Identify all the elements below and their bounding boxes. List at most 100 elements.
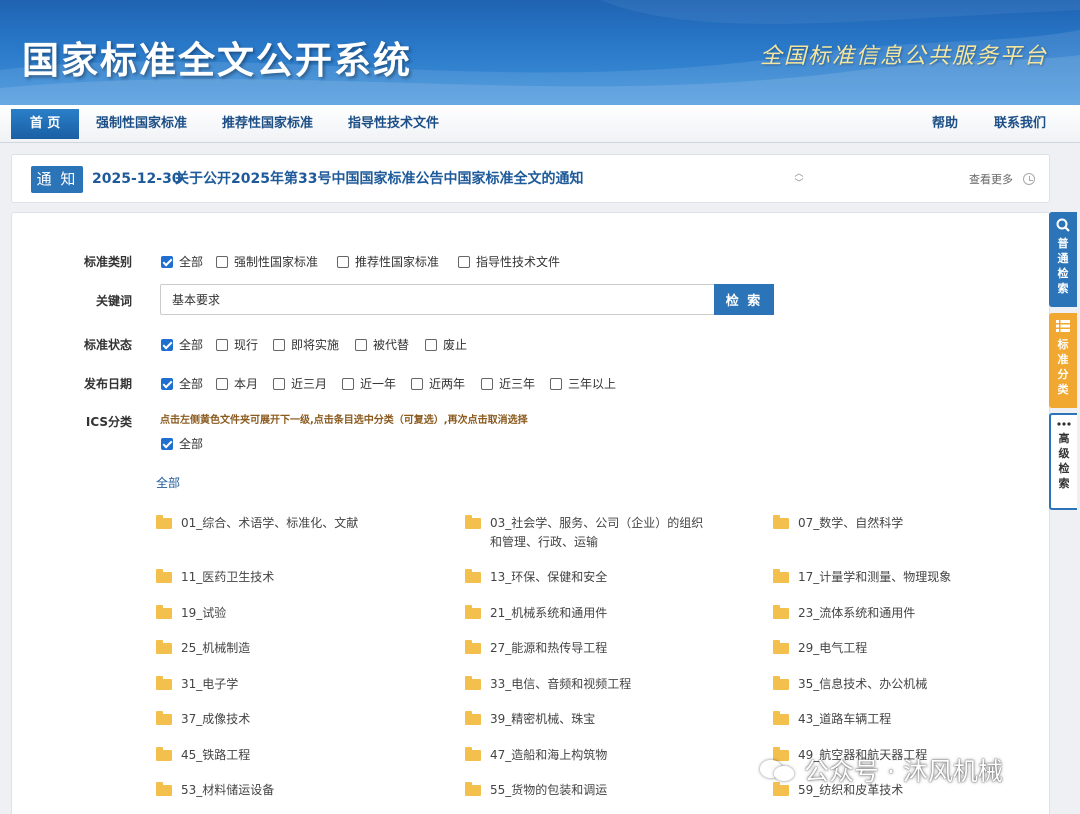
date-over-3-years-checkbox[interactable]: 三年以上: [550, 375, 616, 392]
date-3-months-checkbox[interactable]: 近三月: [273, 375, 327, 392]
status-current-checkbox[interactable]: 现行: [216, 336, 258, 353]
date-this-month-checkbox[interactable]: 本月: [216, 375, 258, 392]
folder-icon[interactable]: [465, 711, 481, 725]
ics-item[interactable]: 45_铁路工程: [156, 746, 401, 765]
status-upcoming-checkbox[interactable]: 即将实施: [273, 336, 339, 353]
folder-icon[interactable]: [773, 515, 789, 529]
checkbox-icon[interactable]: [216, 255, 228, 268]
ics-item[interactable]: 33_电信、音频和视频工程: [465, 675, 710, 694]
ics-item[interactable]: 31_电子学: [156, 675, 401, 694]
status-replaced-checkbox[interactable]: 被代替: [355, 336, 409, 353]
date-all-checkbox[interactable]: 全部: [161, 375, 203, 392]
checkbox-checked-icon[interactable]: [161, 255, 173, 268]
folder-icon[interactable]: [156, 569, 172, 583]
nav-home[interactable]: 首 页: [11, 109, 79, 139]
folder-icon[interactable]: [773, 711, 789, 725]
ics-item[interactable]: 43_道路车辆工程: [773, 710, 1018, 729]
checkbox-checked-icon[interactable]: [161, 437, 173, 450]
checkbox-icon[interactable]: [481, 377, 493, 390]
folder-icon[interactable]: [156, 676, 172, 690]
status-all-checkbox[interactable]: 全部: [161, 336, 203, 353]
ics-item[interactable]: 03_社会学、服务、公司（企业）的组织和管理、行政、运输: [465, 514, 710, 552]
ics-item[interactable]: 55_货物的包装和调运: [465, 781, 710, 800]
checkbox-icon[interactable]: [411, 377, 423, 390]
ics-item-label[interactable]: 53_材料储运设备: [181, 781, 401, 800]
ics-item-label[interactable]: 03_社会学、服务、公司（企业）的组织和管理、行政、运输: [490, 514, 710, 552]
folder-icon[interactable]: [465, 747, 481, 761]
ics-item-label[interactable]: 01_综合、术语学、标准化、文献: [181, 514, 401, 533]
nav-mandatory-standards[interactable]: 强制性国家标准: [96, 105, 187, 143]
ics-item[interactable]: 35_信息技术、办公机械: [773, 675, 1018, 694]
ics-item-label[interactable]: 55_货物的包装和调运: [490, 781, 710, 800]
folder-icon[interactable]: [156, 711, 172, 725]
ics-item-label[interactable]: 45_铁路工程: [181, 746, 401, 765]
folder-icon[interactable]: [465, 569, 481, 583]
ics-item[interactable]: 17_计量学和测量、物理现象: [773, 568, 1018, 587]
ics-item[interactable]: 53_材料储运设备: [156, 781, 401, 800]
checkbox-icon[interactable]: [337, 255, 349, 268]
ics-item-label[interactable]: 19_试验: [181, 604, 401, 623]
category-all-checkbox[interactable]: 全部: [161, 253, 203, 270]
ics-item[interactable]: 37_成像技术: [156, 710, 401, 729]
checkbox-icon[interactable]: [550, 377, 562, 390]
folder-icon[interactable]: [465, 515, 481, 529]
ics-item[interactable]: 07_数学、自然科学: [773, 514, 1018, 533]
ics-item-label[interactable]: 17_计量学和测量、物理现象: [798, 568, 1018, 587]
checkbox-icon[interactable]: [425, 338, 437, 351]
category-guidance-checkbox[interactable]: 指导性技术文件: [458, 253, 560, 270]
ics-item[interactable]: 25_机械制造: [156, 639, 401, 658]
ics-item-label[interactable]: 43_道路车辆工程: [798, 710, 1018, 729]
view-more-link[interactable]: 查看更多: [969, 155, 1013, 204]
folder-icon[interactable]: [156, 640, 172, 654]
folder-icon[interactable]: [465, 782, 481, 796]
chevron-up-icon[interactable]: ︿: [794, 169, 804, 179]
folder-icon[interactable]: [156, 515, 172, 529]
checkbox-checked-icon[interactable]: [161, 377, 173, 390]
ics-item[interactable]: 01_综合、术语学、标准化、文献: [156, 514, 401, 533]
ics-item-label[interactable]: 37_成像技术: [181, 710, 401, 729]
checkbox-checked-icon[interactable]: [161, 338, 173, 351]
category-mandatory-checkbox[interactable]: 强制性国家标准: [216, 253, 318, 270]
ics-item-label[interactable]: 27_能源和热传导工程: [490, 639, 710, 658]
ics-item-label[interactable]: 11_医药卫生技术: [181, 568, 401, 587]
category-recommended-checkbox[interactable]: 推荐性国家标准: [337, 253, 439, 270]
date-1-year-checkbox[interactable]: 近一年: [342, 375, 396, 392]
ics-item[interactable]: 27_能源和热传导工程: [465, 639, 710, 658]
ics-item[interactable]: 19_试验: [156, 604, 401, 623]
checkbox-icon[interactable]: [273, 377, 285, 390]
side-tab-standard-category[interactable]: 标准分类: [1049, 313, 1077, 408]
ics-item-label[interactable]: 07_数学、自然科学: [798, 514, 1018, 533]
folder-icon[interactable]: [773, 605, 789, 619]
checkbox-icon[interactable]: [273, 338, 285, 351]
folder-icon[interactable]: [773, 569, 789, 583]
folder-icon[interactable]: [773, 676, 789, 690]
ics-item[interactable]: 11_医药卫生技术: [156, 568, 401, 587]
ics-item[interactable]: 39_精密机械、珠宝: [465, 710, 710, 729]
ics-item-label[interactable]: 39_精密机械、珠宝: [490, 710, 710, 729]
side-tab-basic-search[interactable]: 普通检索: [1049, 212, 1077, 307]
ics-item-label[interactable]: 47_造船和海上构筑物: [490, 746, 710, 765]
ics-item-label[interactable]: 21_机械系统和通用件: [490, 604, 710, 623]
folder-icon[interactable]: [156, 605, 172, 619]
ics-item[interactable]: 21_机械系统和通用件: [465, 604, 710, 623]
search-button[interactable]: 检 索: [714, 284, 774, 315]
keyword-input[interactable]: [160, 284, 715, 315]
folder-icon[interactable]: [156, 747, 172, 761]
ics-all-checkbox[interactable]: 全部: [161, 435, 203, 452]
folder-icon[interactable]: [773, 640, 789, 654]
nav-guidance-documents[interactable]: 指导性技术文件: [348, 105, 439, 143]
ics-item-label[interactable]: 23_流体系统和通用件: [798, 604, 1018, 623]
chevron-down-icon[interactable]: ﹀: [794, 179, 804, 189]
ics-item[interactable]: 29_电气工程: [773, 639, 1018, 658]
notice-date[interactable]: 2025-12-30: [92, 155, 182, 204]
ics-item[interactable]: 47_造船和海上构筑物: [465, 746, 710, 765]
date-3-years-checkbox[interactable]: 近三年: [481, 375, 535, 392]
ics-item-label[interactable]: 35_信息技术、办公机械: [798, 675, 1018, 694]
checkbox-icon[interactable]: [216, 377, 228, 390]
nav-recommended-standards[interactable]: 推荐性国家标准: [222, 105, 313, 143]
checkbox-icon[interactable]: [342, 377, 354, 390]
side-tab-advanced-search[interactable]: 高级检索: [1049, 413, 1077, 510]
status-abolished-checkbox[interactable]: 废止: [425, 336, 467, 353]
folder-icon[interactable]: [156, 782, 172, 796]
ics-item-label[interactable]: 13_环保、保健和安全: [490, 568, 710, 587]
